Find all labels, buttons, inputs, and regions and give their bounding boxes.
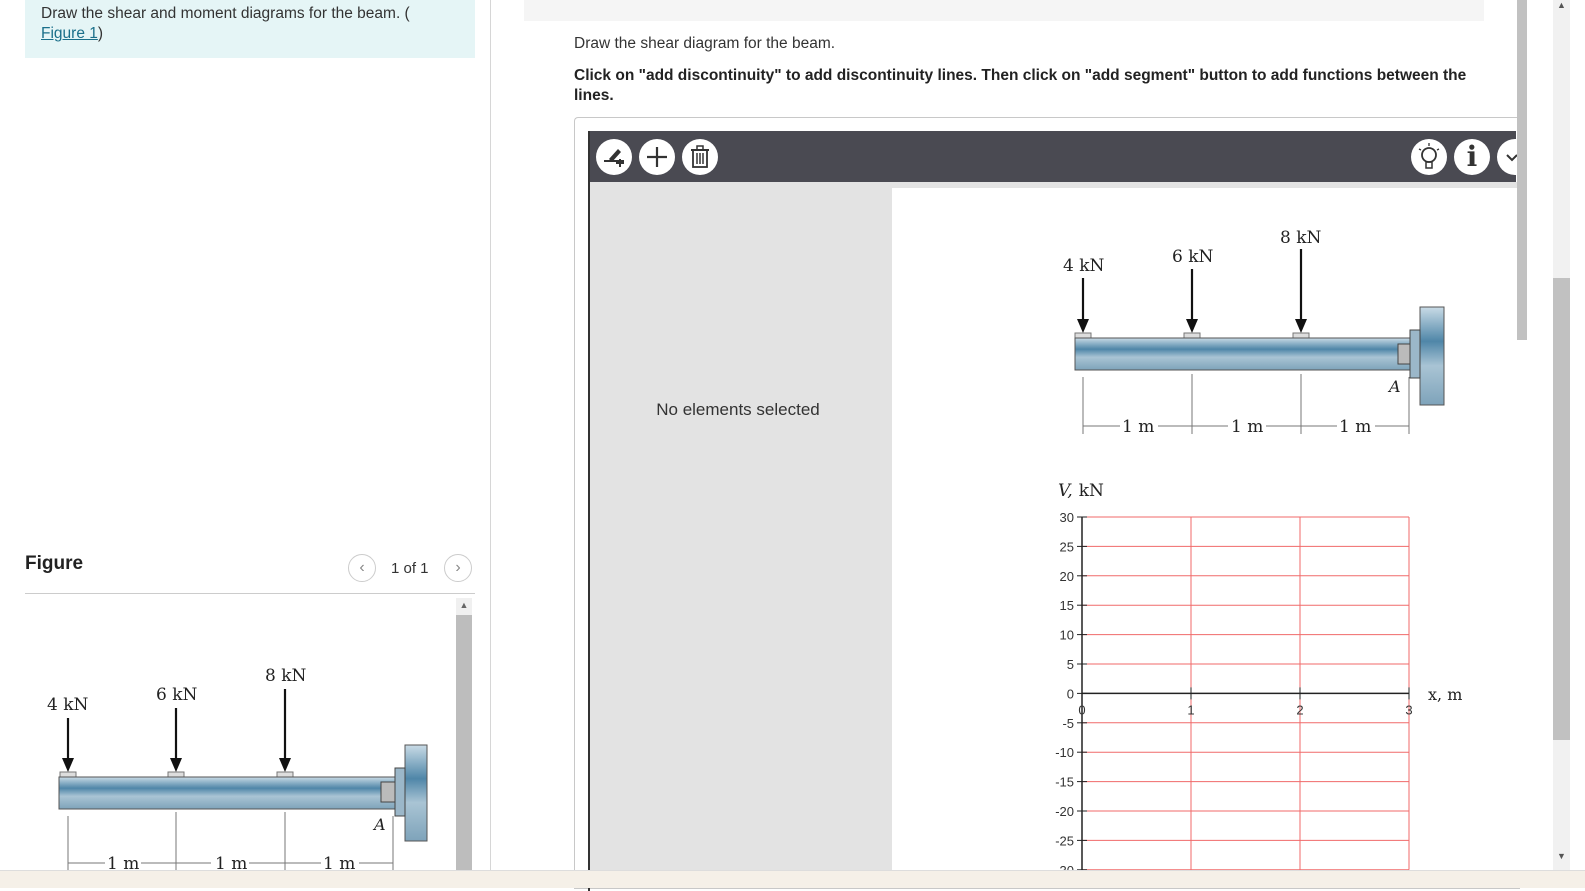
x-tick-label: 3 xyxy=(1405,702,1412,717)
scroll-down-icon[interactable]: ▼ xyxy=(1553,851,1570,865)
x-axis-ticks: 0 1 2 3 xyxy=(1078,687,1413,717)
chevron-left-icon: ‹ xyxy=(359,559,365,576)
canvas-beam-image: 4 kN 6 kN 8 kN A 1 m 1 m 1 m xyxy=(1063,228,1445,437)
y-tick-label: 30 xyxy=(1060,510,1074,525)
delete-button[interactable] xyxy=(682,139,718,175)
y-tick-label: 20 xyxy=(1060,569,1074,584)
svg-text:V,kN: V, kN xyxy=(1058,481,1104,501)
x-tick-label: 2 xyxy=(1296,702,1303,717)
plus-icon xyxy=(647,147,667,167)
shear-graph[interactable]: V,kN 302520151050-5-10-15-20-25-30 0123 … xyxy=(1040,476,1510,880)
y-tick-label: 25 xyxy=(1060,539,1074,554)
figure-link[interactable]: Figure 1 xyxy=(41,25,98,42)
bottom-bar xyxy=(0,870,1585,888)
prompt-close: ) xyxy=(97,25,104,42)
wall-support xyxy=(404,744,428,842)
canvas-beam xyxy=(1074,337,1416,371)
y-axis-unit: kN xyxy=(1079,481,1104,501)
y-tick-label: -20 xyxy=(1055,804,1074,819)
canvas-span-label-3: 1 m xyxy=(1339,417,1371,437)
canvas-load-label-2: 6 kN xyxy=(1172,247,1214,267)
selection-status: No elements selected xyxy=(656,400,820,419)
properties-panel xyxy=(590,182,886,887)
y-tick-label: -10 xyxy=(1055,745,1074,760)
drawing-toolbar xyxy=(590,131,1516,182)
graph-grid xyxy=(1081,516,1410,871)
x-axis-label: x, m xyxy=(1428,685,1462,704)
scroll-up-icon[interactable]: ▲ xyxy=(456,598,472,612)
instruction-detail: Click on "add discontinuity" to add disc… xyxy=(574,67,1467,104)
figure-heading: Figure xyxy=(25,553,84,574)
add-discontinuity-icon xyxy=(604,149,624,167)
beam xyxy=(58,776,400,810)
load-label-3: 8 kN xyxy=(265,666,307,686)
page-scrollbar-thumb[interactable] xyxy=(1553,278,1570,740)
figure-scrollbar-thumb[interactable] xyxy=(456,615,472,880)
question-prompt: Draw the shear and moment diagrams for t… xyxy=(41,4,461,44)
canvas-wall-support xyxy=(1419,306,1445,406)
y-axis-variable: V, xyxy=(1058,481,1073,501)
trash-icon xyxy=(691,145,709,168)
y-tick-label: -5 xyxy=(1062,716,1074,731)
canvas-span-label-1: 1 m xyxy=(1122,417,1154,437)
add-segment-button[interactable] xyxy=(639,139,675,175)
instruction-title: Draw the shear diagram for the beam. xyxy=(574,35,836,52)
column-divider xyxy=(490,0,491,880)
figure-divider xyxy=(25,593,475,594)
y-tick-label: -25 xyxy=(1055,833,1074,848)
scroll-up-icon[interactable]: ▲ xyxy=(1553,0,1570,14)
add-discontinuity-button[interactable] xyxy=(596,139,632,175)
hint-button[interactable] xyxy=(1411,139,1447,175)
canvas-span-label-2: 1 m xyxy=(1231,417,1263,437)
canvas-support-label: A xyxy=(1387,377,1401,396)
x-tick-label: 1 xyxy=(1187,702,1194,717)
info-icon: i xyxy=(1466,140,1478,173)
load-label-1: 4 kN xyxy=(47,695,89,715)
info-button[interactable]: i xyxy=(1454,139,1490,175)
tool-scrollbar-thumb[interactable] xyxy=(1517,0,1527,340)
y-tick-label: 5 xyxy=(1067,657,1074,672)
load-label-2: 6 kN xyxy=(156,685,198,705)
canvas-load-label-1: 4 kN xyxy=(1063,256,1105,276)
prompt-text: Draw the shear and moment diagrams for t… xyxy=(41,5,410,22)
canvas-load-label-3: 8 kN xyxy=(1280,228,1322,248)
x-tick-label: 0 xyxy=(1078,702,1085,717)
y-tick-label: -15 xyxy=(1055,775,1074,790)
y-tick-label: 0 xyxy=(1067,686,1074,701)
y-tick-label: 15 xyxy=(1060,598,1074,613)
support-label: A xyxy=(372,815,386,834)
top-bar xyxy=(524,0,1484,21)
lightbulb-icon xyxy=(1418,143,1440,169)
figure-prev-button[interactable]: ‹ xyxy=(348,554,376,582)
y-tick-label: 10 xyxy=(1060,628,1074,643)
figure-counter: 1 of 1 xyxy=(391,560,429,577)
figure-beam-image: 4 kN 6 kN 8 kN A 1 m 1 m 1 m xyxy=(47,666,428,880)
figure-next-button[interactable]: › xyxy=(444,554,472,582)
chevron-right-icon: › xyxy=(455,559,461,576)
